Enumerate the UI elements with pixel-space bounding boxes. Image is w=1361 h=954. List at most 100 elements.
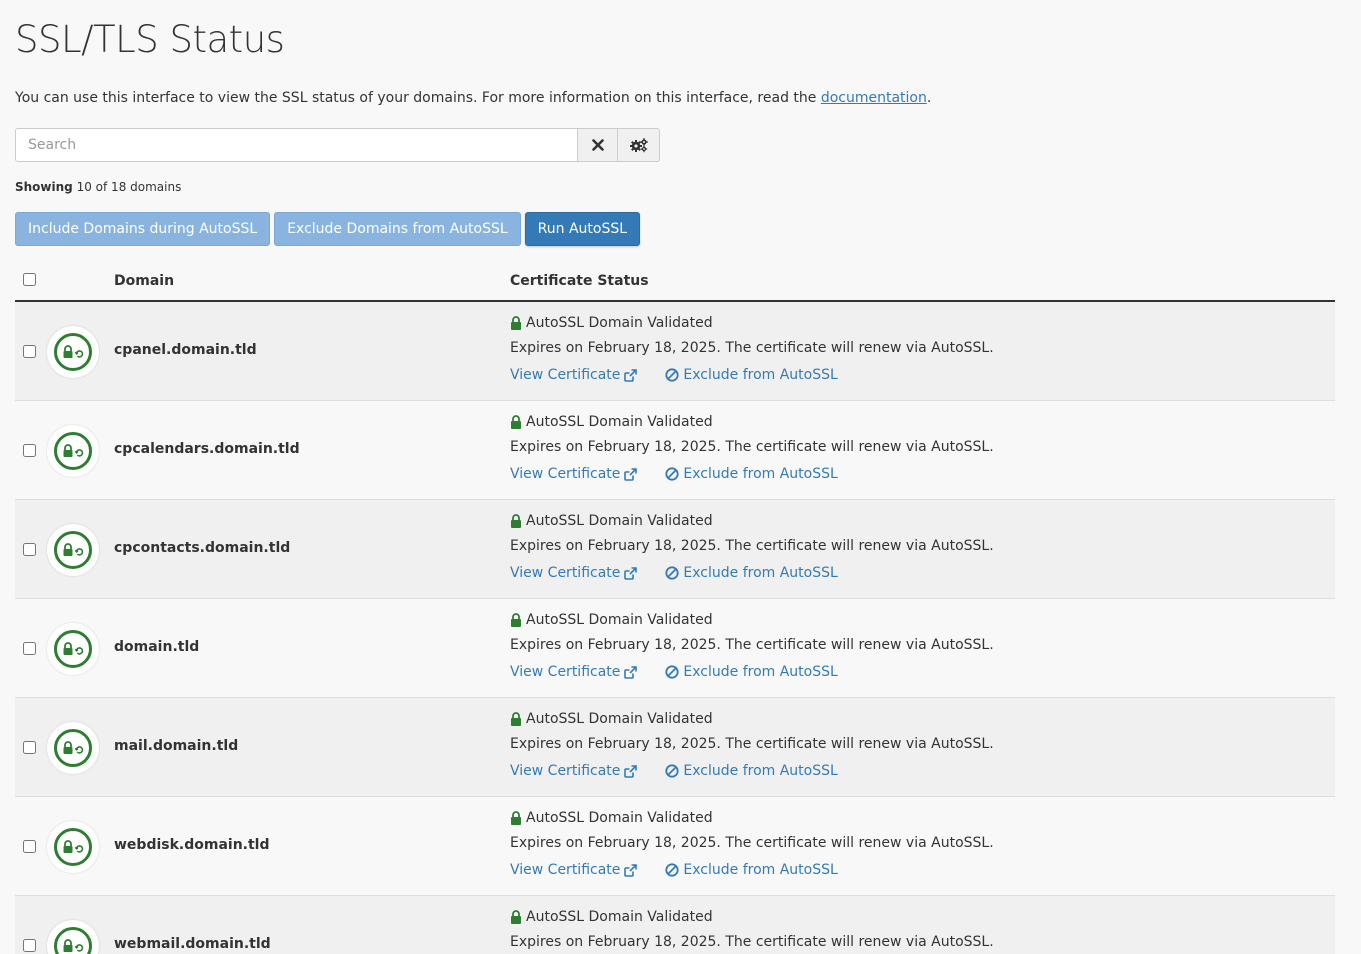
lock-refresh-icon xyxy=(63,444,84,457)
exclude-label: Exclude from AutoSSL xyxy=(683,565,838,581)
exclude-from-autossl-link[interactable]: Exclude from AutoSSL xyxy=(665,565,838,581)
external-link-icon xyxy=(624,863,638,877)
row-checkbox[interactable] xyxy=(23,642,36,655)
exclude-label: Exclude from AutoSSL xyxy=(683,367,838,383)
view-certificate-label: View Certificate xyxy=(510,367,621,383)
status-text: AutoSSL Domain Validated xyxy=(526,711,713,727)
ban-icon xyxy=(665,863,680,877)
domain-name: domain.tld xyxy=(114,639,200,655)
row-checkbox[interactable] xyxy=(23,444,36,457)
showing-label: Showing xyxy=(15,180,73,194)
view-certificate-link[interactable]: View Certificate xyxy=(510,466,638,482)
ssl-status-badge xyxy=(47,722,99,774)
row-checkbox[interactable] xyxy=(23,345,36,358)
row-checkbox[interactable] xyxy=(23,939,36,952)
exclude-label: Exclude from AutoSSL xyxy=(683,862,838,878)
status-text: AutoSSL Domain Validated xyxy=(526,810,713,826)
lock-icon xyxy=(511,910,521,924)
exclude-label: Exclude from AutoSSL xyxy=(683,664,838,680)
row-links: View Certificate Exclude from AutoSSL xyxy=(510,664,838,680)
ssl-status-badge xyxy=(47,425,99,477)
exclude-from-autossl-link[interactable]: Exclude from AutoSSL xyxy=(665,466,838,482)
lock-icon xyxy=(511,712,521,726)
ssl-status-badge xyxy=(47,623,99,675)
table-row: webmail.domain.tld AutoSSL Domain Valida… xyxy=(15,896,1335,954)
exclude-from-autossl-link[interactable]: Exclude from AutoSSL xyxy=(665,763,838,779)
lock-icon xyxy=(511,811,521,825)
gears-icon xyxy=(629,138,648,153)
lock-refresh-icon xyxy=(63,939,84,952)
ssl-status-badge xyxy=(47,326,99,378)
lock-refresh-icon xyxy=(63,642,84,655)
intro-body: You can use this interface to view the S… xyxy=(15,90,821,106)
row-links: View Certificate Exclude from AutoSSL xyxy=(510,565,838,581)
view-certificate-label: View Certificate xyxy=(510,466,621,482)
select-all-checkbox[interactable] xyxy=(23,273,36,286)
exclude-from-autossl-link[interactable]: Exclude from AutoSSL xyxy=(665,862,838,878)
row-links: View Certificate Exclude from AutoSSL xyxy=(510,763,838,779)
ban-icon xyxy=(665,368,680,382)
ban-icon xyxy=(665,467,680,481)
column-header-status[interactable]: Certificate Status xyxy=(510,273,649,289)
row-checkbox[interactable] xyxy=(23,543,36,556)
row-checkbox[interactable] xyxy=(23,840,36,853)
exclude-label: Exclude from AutoSSL xyxy=(683,466,838,482)
status-text: AutoSSL Domain Validated xyxy=(526,414,713,430)
ssl-status-badge xyxy=(47,524,99,576)
row-links: View Certificate Exclude from AutoSSL xyxy=(510,367,838,383)
view-certificate-label: View Certificate xyxy=(510,565,621,581)
include-domains-button[interactable]: Include Domains during AutoSSL xyxy=(15,212,271,246)
domain-name: webmail.domain.tld xyxy=(114,936,271,952)
expiry-text: Expires on February 18, 2025. The certif… xyxy=(510,340,994,356)
external-link-icon xyxy=(624,764,638,778)
search-input[interactable] xyxy=(15,128,579,162)
view-certificate-label: View Certificate xyxy=(510,862,621,878)
table-row: mail.domain.tld AutoSSL Domain Validated… xyxy=(15,698,1335,797)
result-count: Showing 10 of 18 domains xyxy=(15,180,181,194)
close-icon xyxy=(591,139,604,151)
row-links: View Certificate Exclude from AutoSSL xyxy=(510,862,838,878)
documentation-link[interactable]: documentation xyxy=(821,90,927,106)
exclude-from-autossl-link[interactable]: Exclude from AutoSSL xyxy=(665,664,838,680)
table-body: cpanel.domain.tld AutoSSL Domain Validat… xyxy=(15,302,1335,954)
expiry-text: Expires on February 18, 2025. The certif… xyxy=(510,538,994,554)
table-row: cpanel.domain.tld AutoSSL Domain Validat… xyxy=(15,302,1335,401)
lock-icon xyxy=(511,613,521,627)
external-link-icon xyxy=(624,566,638,580)
status-text: AutoSSL Domain Validated xyxy=(526,513,713,529)
table-header: Domain Certificate Status xyxy=(15,262,1335,302)
expiry-text: Expires on February 18, 2025. The certif… xyxy=(510,835,994,851)
domain-name: webdisk.domain.tld xyxy=(114,837,270,853)
lock-refresh-icon xyxy=(63,840,84,853)
lock-icon xyxy=(511,514,521,528)
showing-text: 10 of 18 domains xyxy=(76,180,182,194)
expiry-text: Expires on February 18, 2025. The certif… xyxy=(510,637,994,653)
certificate-status: AutoSSL Domain Validated xyxy=(510,612,713,628)
domains-table: Domain Certificate Status cpanel.domain.… xyxy=(15,262,1335,954)
page-title: SSL/TLS Status xyxy=(15,18,285,61)
ssl-status-badge xyxy=(47,920,99,954)
view-certificate-link[interactable]: View Certificate xyxy=(510,367,638,383)
certificate-status: AutoSSL Domain Validated xyxy=(510,414,713,430)
run-autossl-button[interactable]: Run AutoSSL xyxy=(524,212,641,246)
expiry-text: Expires on February 18, 2025. The certif… xyxy=(510,934,994,950)
row-checkbox[interactable] xyxy=(23,741,36,754)
search-settings-button[interactable] xyxy=(618,128,660,162)
exclude-from-autossl-link[interactable]: Exclude from AutoSSL xyxy=(665,367,838,383)
domain-name: mail.domain.tld xyxy=(114,738,239,754)
view-certificate-link[interactable]: View Certificate xyxy=(510,664,638,680)
intro-text: You can use this interface to view the S… xyxy=(15,90,931,106)
view-certificate-link[interactable]: View Certificate xyxy=(510,565,638,581)
exclude-domains-button[interactable]: Exclude Domains from AutoSSL xyxy=(274,212,521,246)
external-link-icon xyxy=(624,665,638,679)
lock-refresh-icon xyxy=(63,543,84,556)
view-certificate-link[interactable]: View Certificate xyxy=(510,763,638,779)
view-certificate-link[interactable]: View Certificate xyxy=(510,862,638,878)
domain-name: cpcalendars.domain.tld xyxy=(114,441,300,457)
certificate-status: AutoSSL Domain Validated xyxy=(510,909,713,925)
column-header-domain[interactable]: Domain xyxy=(114,273,174,289)
clear-search-button[interactable] xyxy=(578,128,619,162)
action-buttons: Include Domains during AutoSSL Exclude D… xyxy=(15,212,641,246)
status-text: AutoSSL Domain Validated xyxy=(526,612,713,628)
table-row: domain.tld AutoSSL Domain Validated Expi… xyxy=(15,599,1335,698)
